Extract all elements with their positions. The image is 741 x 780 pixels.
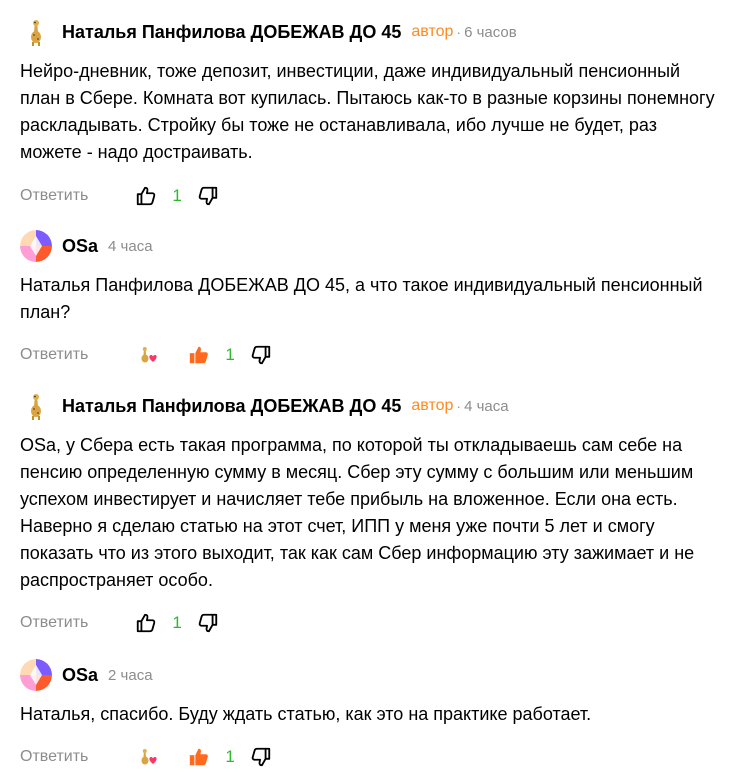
comment-time: 4 часа [464,397,509,415]
like-button[interactable] [188,344,210,366]
author-badge: автор [411,397,454,414]
thumbs-down-icon [251,747,271,767]
giraffe-avatar-icon [20,16,52,48]
comment-actions: Ответить 1 [20,182,219,210]
dislike-button[interactable] [197,185,219,207]
thumbs-down-icon [198,613,218,633]
separator-dot: · [456,24,462,40]
comment-actions: Ответить 1 [20,743,272,771]
author-liked-icon [138,345,158,365]
reply-button[interactable]: Ответить [20,748,88,766]
separator-dot: · [456,398,462,414]
dislike-button[interactable] [250,746,272,768]
dislike-button[interactable] [250,344,272,366]
author-name[interactable]: Наталья Панфилова ДОБЕЖАВ ДО 45 [62,22,401,43]
author-liked-icon [138,747,158,767]
like-count: 1 [172,613,182,632]
thumbs-up-filled-icon [190,748,209,766]
osa-avatar-icon [20,659,52,691]
giraffe-avatar-icon [20,390,52,422]
reply-button[interactable]: Ответить [20,346,88,364]
comment-header: OSa 4 часа [20,230,153,262]
thumbs-up-icon [137,613,156,633]
comment-time: 2 часа [108,666,153,684]
reply-button[interactable]: Ответить [20,614,88,632]
comment-text: Наталья, спасибо. Буду ждать статью, как… [20,704,592,724]
like-count: 1 [225,345,235,364]
comment-time: 6 часов [464,23,517,41]
thumbs-down-icon [198,186,218,206]
comment-header: Наталья Панфилова ДОБЕЖАВ ДО 45 автор · … [20,16,517,48]
comment-header: OSa 2 часа [20,659,153,691]
like-count: 1 [172,186,182,205]
comment-text: Нейро-дневник, тоже депозит, инвестиции,… [20,61,715,162]
author-name[interactable]: OSa [62,665,98,686]
thumbs-up-icon [137,186,156,206]
like-button[interactable] [135,612,157,634]
like-count: 1 [225,747,235,766]
comment-text: Наталья Панфилова ДОБЕЖАВ ДО 45, а что т… [20,275,703,322]
like-button[interactable] [135,185,157,207]
author-avatar[interactable] [20,659,52,691]
osa-avatar-icon [20,230,52,262]
comment-text: OSa, у Сбера есть такая программа, по ко… [20,435,695,590]
dislike-button[interactable] [197,612,219,634]
comment-header: Наталья Панфилова ДОБЕЖАВ ДО 45 автор · … [20,390,509,422]
comment-actions: Ответить 1 [20,609,219,637]
author-heart-icon [141,749,158,765]
comment-time: 4 часа [108,237,153,255]
author-name[interactable]: OSa [62,236,98,257]
author-badge: автор [411,23,454,40]
author-heart-icon [141,347,158,363]
comment-actions: Ответить 1 [20,341,272,369]
author-avatar[interactable] [20,230,52,262]
thumbs-up-filled-icon [190,346,209,364]
like-button[interactable] [188,746,210,768]
author-name[interactable]: Наталья Панфилова ДОБЕЖАВ ДО 45 [62,396,401,417]
reply-button[interactable]: Ответить [20,187,88,205]
thumbs-down-icon [251,345,271,365]
author-avatar[interactable] [20,16,52,48]
author-avatar[interactable] [20,390,52,422]
